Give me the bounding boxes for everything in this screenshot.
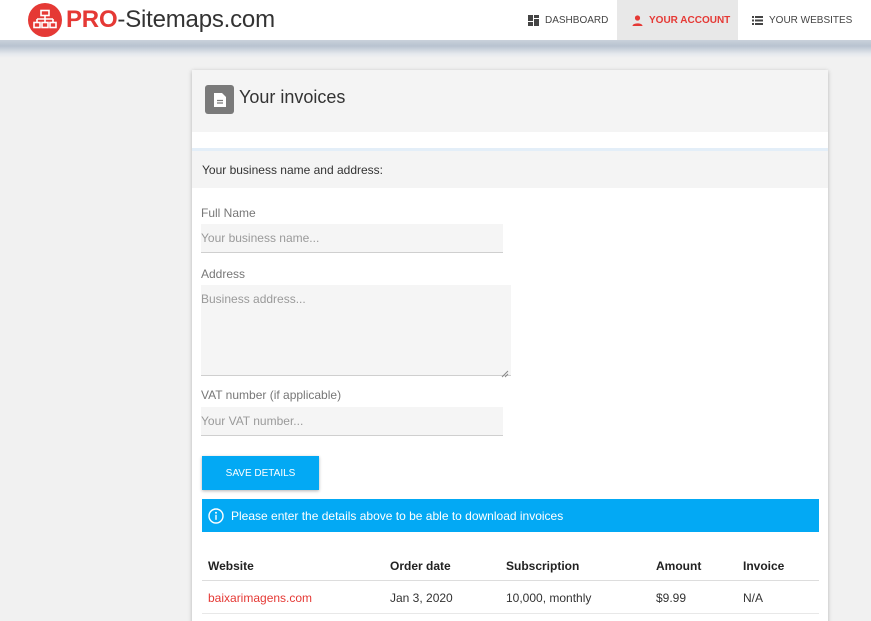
info-alert-text: Please enter the details above to be abl…	[231, 508, 564, 523]
nav-dashboard-label: DASHBOARD	[545, 14, 609, 26]
invoice-cell: N/A	[743, 591, 764, 605]
address-label: Address	[201, 267, 246, 281]
save-details-button[interactable]: SAVE DETAILS	[202, 456, 319, 490]
nav-your-websites[interactable]: YOUR WEBSITES	[742, 0, 867, 40]
header-shadow-band	[0, 40, 871, 58]
nav-your-websites-label: YOUR WEBSITES	[769, 14, 853, 26]
vat-input[interactable]	[201, 407, 503, 436]
document-icon	[205, 85, 234, 114]
dashboard-icon	[528, 14, 539, 26]
page-title: Your invoices	[239, 87, 346, 107]
resize-handle-icon[interactable]	[500, 365, 509, 378]
amount-cell: $9.99	[656, 591, 687, 605]
vat-label: VAT number (if applicable)	[201, 388, 342, 402]
address-textarea[interactable]	[201, 285, 511, 376]
logo-domain-text: -Sitemaps.com	[117, 6, 275, 33]
site-logo[interactable]: PRO-Sitemaps.com	[28, 3, 275, 37]
top-bar: PRO-Sitemaps.com DASHBOARD YOUR ACCOUNT …	[0, 0, 871, 40]
column-header-invoice: Invoice	[743, 559, 785, 573]
column-header-order-date: Order date	[390, 559, 451, 573]
nav-your-account-label: YOUR ACCOUNT	[649, 14, 731, 26]
info-icon	[208, 507, 224, 524]
info-alert: Please enter the details above to be abl…	[202, 499, 819, 532]
site-name: PRO-Sitemaps.com	[66, 3, 275, 37]
sitemap-logo-icon	[28, 3, 62, 37]
website-link[interactable]: baixarimagens.com	[208, 591, 312, 605]
nav-dashboard[interactable]: DASHBOARD	[518, 0, 616, 40]
invoices-card: Your invoices Your business name and add…	[192, 70, 828, 621]
column-header-subscription: Subscription	[506, 559, 580, 573]
full-name-label: Full Name	[201, 206, 256, 220]
invoices-table-header: Website Order date Subscription Amount I…	[202, 547, 819, 581]
full-name-input[interactable]	[201, 224, 503, 253]
column-header-amount: Amount	[656, 559, 702, 573]
subscription-cell: 10,000, monthly	[506, 591, 592, 605]
logo-pro-text: PRO	[66, 6, 118, 33]
list-icon	[752, 15, 763, 25]
nav-your-account[interactable]: YOUR ACCOUNT	[617, 0, 738, 40]
business-section-label: Your business name and address:	[202, 163, 384, 177]
order-date-cell: Jan 3, 2020	[390, 591, 453, 605]
card-header: Your invoices	[192, 70, 828, 132]
column-header-website: Website	[208, 559, 254, 573]
table-row: baixarimagens.com Jan 3, 2020 10,000, mo…	[202, 581, 819, 614]
person-icon	[632, 14, 643, 26]
